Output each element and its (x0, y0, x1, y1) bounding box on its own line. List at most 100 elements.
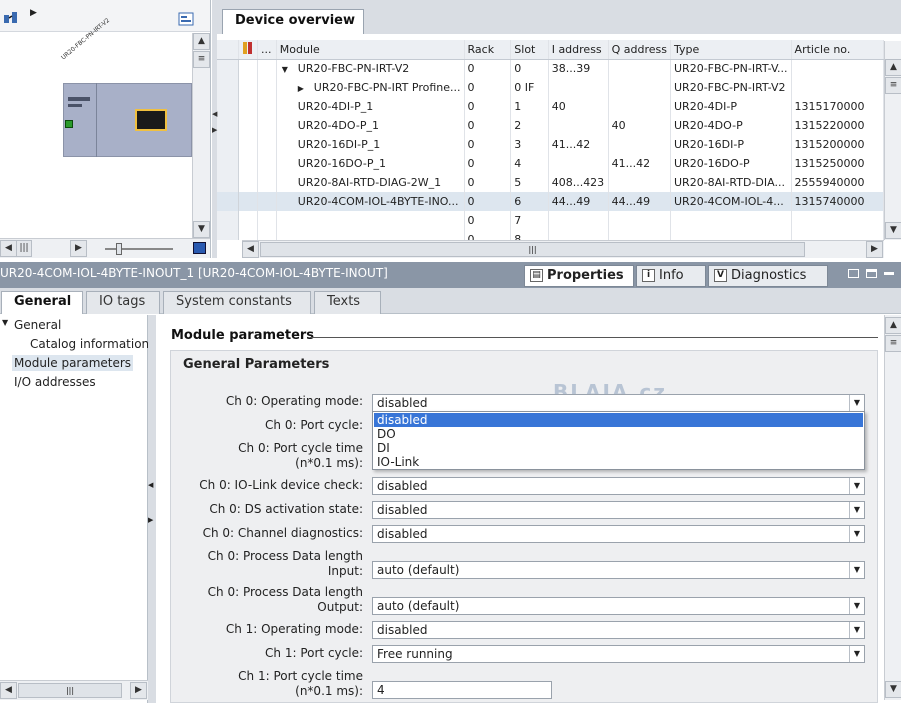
scroll-left-icon[interactable]: ◀ (0, 240, 17, 257)
i-address-cell[interactable] (548, 116, 609, 135)
overview-vertical-scrollbar[interactable]: ▲ ≡ ▼ (884, 41, 901, 240)
scroll-up-icon[interactable]: ▲ (885, 317, 901, 334)
article-no-cell[interactable] (791, 211, 884, 230)
type-cell[interactable]: UR20-4DI-P (670, 97, 792, 116)
tree-expand-icon[interactable]: ▼ (2, 318, 8, 327)
q-address-cell[interactable] (608, 135, 672, 154)
rack-cell[interactable]: 0 (464, 173, 512, 192)
tab-diagnostics[interactable]: V Diagnostics (708, 265, 828, 287)
i-address-cell[interactable] (548, 154, 609, 173)
module-cell[interactable]: ▶ UR20-FBC-PN-IRT Profine... (276, 78, 465, 97)
i-address-cell[interactable]: 41...42 (548, 135, 609, 154)
scroll-right-icon[interactable]: ▶ (866, 241, 883, 258)
row-gutter[interactable] (217, 173, 239, 192)
article-no-cell[interactable] (791, 78, 884, 97)
i-address-cell[interactable] (548, 230, 609, 240)
tree-item-catalog-information[interactable]: Catalog information (30, 337, 149, 351)
module-cell[interactable]: UR20-4COM-IOL-4BYTE-INO... (276, 192, 465, 211)
type-cell[interactable]: UR20-16DO-P (670, 154, 792, 173)
row-gutter[interactable] (217, 135, 239, 154)
dropdown-option[interactable]: DO (374, 427, 863, 441)
scroll-left-icon[interactable]: ◀ (242, 241, 259, 258)
q-address-cell[interactable] (608, 78, 672, 97)
module-cell[interactable] (276, 230, 465, 240)
selected-module-icon[interactable] (135, 109, 167, 131)
rack-cell[interactable]: 0 (464, 192, 512, 211)
dropdown-option[interactable]: IO-Link (374, 455, 863, 469)
slot-cell[interactable]: 8 (510, 230, 549, 240)
rack-cell[interactable]: 0 (464, 116, 512, 135)
slot-cell[interactable]: 7 (510, 211, 549, 230)
slot-cell[interactable]: 3 (510, 135, 549, 154)
article-no-cell[interactable]: 1315220000 (791, 116, 884, 135)
table-row[interactable]: ▶ UR20-FBC-PN-IRT Profine... 0 0 IF UR20-FBC… (217, 78, 884, 97)
chevron-down-icon[interactable]: ▼ (849, 646, 864, 662)
overview-toggle-icon[interactable] (178, 11, 194, 27)
zoom-slider-handle[interactable] (116, 243, 122, 255)
table-row[interactable]: UR20-4DI-P_1 0 1 40 UR20-4DI-P 1315170000 (217, 97, 884, 116)
q-address-cell[interactable] (608, 97, 672, 116)
param-select[interactable]: disabled ▼ (372, 394, 865, 412)
collapse-right-icon[interactable]: ▶ (148, 516, 153, 524)
q-address-cell[interactable]: 44...49 (608, 192, 672, 211)
expand-right-icon[interactable]: ▶ (298, 84, 314, 93)
subtab-texts[interactable]: Texts (314, 291, 381, 314)
type-cell[interactable]: UR20-8AI-RTD-DIA... (670, 173, 792, 192)
rack-cell[interactable]: 0 (464, 59, 512, 78)
table-row[interactable]: UR20-4COM-IOL-4BYTE-INO... 0 6 44...49 44...… (217, 192, 884, 211)
q-address-cell[interactable] (608, 59, 672, 78)
type-cell[interactable]: UR20-16DI-P (670, 135, 792, 154)
i-address-cell[interactable]: 38...39 (548, 59, 609, 78)
scroll-thumb[interactable]: ||| (18, 683, 122, 698)
subtab-io-tags[interactable]: IO tags (86, 291, 160, 314)
row-gutter[interactable] (217, 78, 239, 97)
column-header-status[interactable] (238, 40, 258, 60)
chevron-down-icon[interactable]: ▼ (849, 598, 864, 614)
table-row[interactable]: UR20-4DO-P_1 0 2 40 UR20-4DO-P 1315220000 (217, 116, 884, 135)
module-cell[interactable]: UR20-16DI-P_1 (276, 135, 465, 154)
article-no-cell[interactable]: 1315250000 (791, 154, 884, 173)
tree-item-general[interactable]: General (14, 318, 61, 332)
scroll-menu-icon[interactable]: ≡ (193, 51, 210, 68)
scroll-up-icon[interactable]: ▲ (193, 33, 210, 50)
chevron-down-icon[interactable]: ▼ (849, 562, 864, 578)
column-header-slot[interactable]: Slot (510, 40, 549, 60)
tab-device-overview[interactable]: Device overview (222, 9, 364, 34)
scroll-up-icon[interactable]: ▲ (885, 59, 901, 76)
tree-horizontal-scrollbar[interactable]: ◀ ||| ▶ (0, 680, 148, 700)
type-cell[interactable] (670, 211, 792, 230)
slot-cell[interactable]: 5 (510, 173, 549, 192)
zoom-fit-icon[interactable] (193, 242, 206, 254)
article-no-cell[interactable] (791, 230, 884, 240)
i-address-cell[interactable] (548, 78, 609, 97)
rack-cell[interactable]: 0 (464, 97, 512, 116)
row-gutter[interactable] (217, 154, 239, 173)
slot-cell[interactable]: 1 (510, 97, 549, 116)
rack-cell[interactable]: 0 (464, 230, 512, 240)
expand-down-icon[interactable]: ▼ (282, 65, 298, 74)
rack-cell[interactable]: 0 (464, 135, 512, 154)
param-select[interactable]: disabled ▼ (372, 477, 865, 495)
row-gutter[interactable] (217, 116, 239, 135)
maximize-icon[interactable] (866, 269, 877, 278)
scroll-menu-icon[interactable]: ≡ (885, 335, 901, 352)
module-cell[interactable] (276, 211, 465, 230)
type-cell[interactable]: UR20-4DO-P (670, 116, 792, 135)
column-header-q-address[interactable]: Q address (608, 40, 672, 60)
chevron-down-icon[interactable]: ▼ (849, 395, 864, 411)
article-no-cell[interactable]: 1315740000 (791, 192, 884, 211)
param-select[interactable]: auto (default) ▼ (372, 561, 865, 579)
table-row[interactable]: UR20-8AI-RTD-DIAG-2W_1 0 5 408...423 UR20-8A… (217, 173, 884, 192)
chevron-down-icon[interactable]: ▼ (849, 502, 864, 518)
param-text-input[interactable]: 4 (372, 681, 552, 699)
module-cell[interactable]: UR20-8AI-RTD-DIAG-2W_1 (276, 173, 465, 192)
param-select[interactable]: disabled ▼ (372, 501, 865, 519)
slot-cell[interactable]: 0 IF (510, 78, 549, 97)
rack-cell[interactable]: 0 (464, 154, 512, 173)
subtab-system-constants[interactable]: System constants (163, 291, 311, 314)
scroll-right-icon[interactable]: ▶ (130, 682, 147, 699)
device-rack[interactable] (63, 83, 192, 157)
row-gutter[interactable] (217, 192, 239, 211)
article-no-cell[interactable] (791, 59, 884, 78)
module-cell[interactable]: UR20-16DO-P_1 (276, 154, 465, 173)
